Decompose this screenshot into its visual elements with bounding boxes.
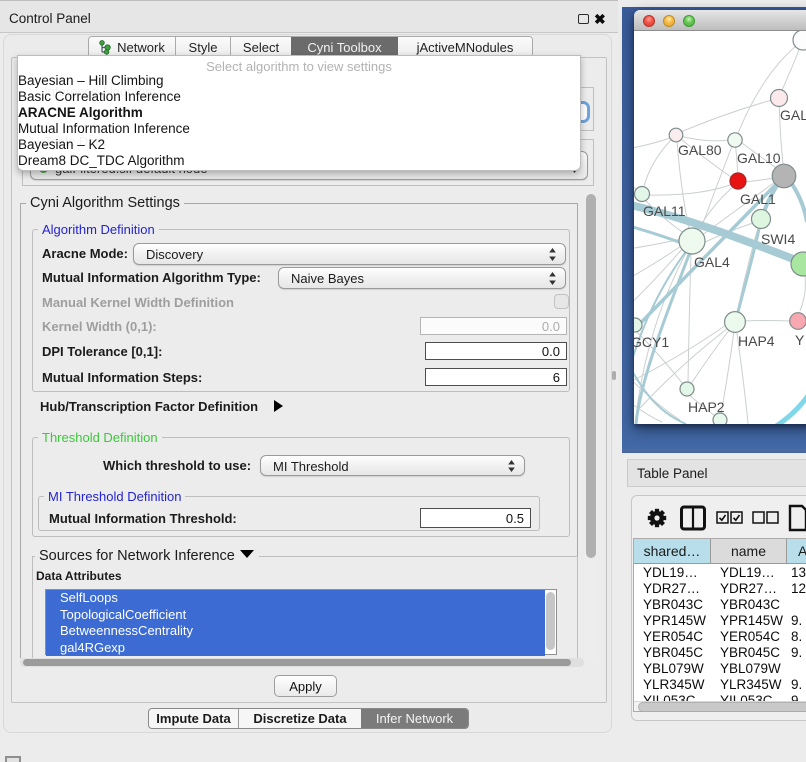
svg-text:GAL1: GAL1: [740, 191, 776, 207]
svg-text:GAL11: GAL11: [643, 203, 686, 219]
svg-text:Y: Y: [795, 332, 805, 348]
svg-text:GAL4: GAL4: [694, 254, 730, 270]
svg-text:SWI4: SWI4: [761, 231, 795, 247]
svg-text:GAL7: GAL7: [780, 107, 806, 123]
svg-text:HAP4: HAP4: [738, 333, 775, 349]
svg-text:GCY1: GCY1: [634, 334, 669, 350]
svg-text:GAL10: GAL10: [737, 150, 781, 166]
svg-text:HAP2: HAP2: [688, 399, 725, 415]
svg-text:GAL80: GAL80: [678, 142, 722, 158]
